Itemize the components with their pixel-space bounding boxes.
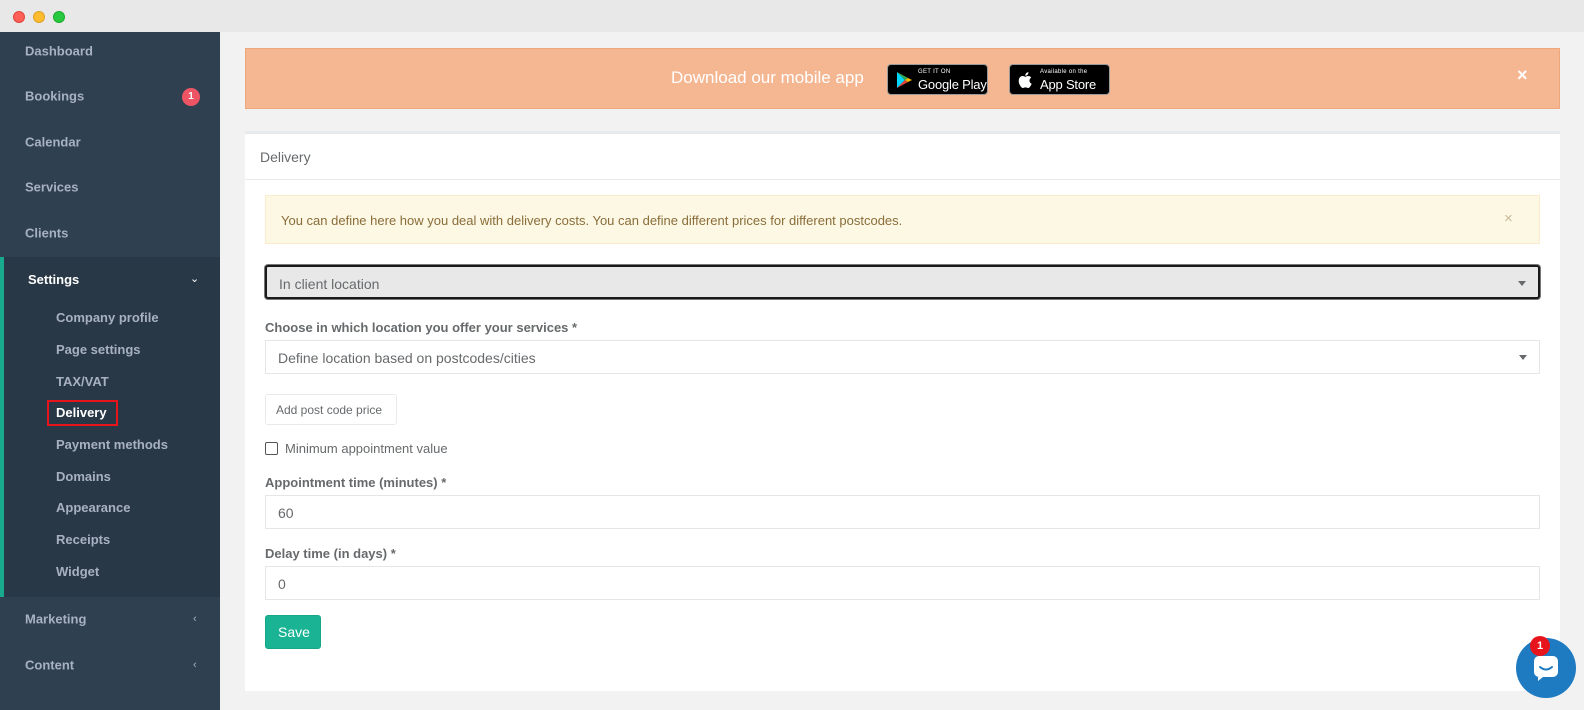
apple-icon	[1018, 72, 1032, 88]
sidebar-subitem-appearance[interactable]: Appearance	[56, 499, 130, 517]
page-title: Delivery	[260, 149, 311, 165]
delivery-type-value: In client location	[279, 276, 380, 292]
sidebar-item-marketing[interactable]: Marketing ‹	[0, 596, 220, 642]
sidebar-settings-group: Settings ⌄ Company profile Page settings…	[0, 257, 220, 597]
sidebar-item-clients[interactable]: Clients	[0, 210, 220, 256]
add-post-code-price-label: Add post code price	[276, 403, 383, 417]
sidebar-subitem-page-settings[interactable]: Page settings	[56, 341, 141, 359]
caret-down-icon	[1518, 281, 1526, 286]
sidebar-item-content[interactable]: Content ‹	[0, 642, 220, 688]
chat-icon	[1534, 656, 1558, 681]
delay-time-input[interactable]: 0	[265, 566, 1540, 600]
delivery-card: Delivery You can define here how you dea…	[245, 131, 1560, 691]
location-label: Choose in which location you offer your …	[265, 320, 578, 335]
sidebar-item-label: Calendar	[25, 134, 81, 150]
sidebar-subitem-company-profile[interactable]: Company profile	[56, 309, 159, 327]
window-titlebar	[0, 0, 1584, 32]
google-play-button[interactable]: GET IT ON Google Play	[887, 64, 988, 95]
banner-text: Download our mobile app	[671, 68, 864, 87]
mobile-app-banner: Download our mobile app GET IT ON Google…	[245, 48, 1560, 109]
min-value-checkbox[interactable]	[265, 442, 278, 455]
app-window: Dashboard Bookings 1 Calendar Services C…	[0, 32, 1584, 710]
location-value: Define location based on postcodes/citie…	[278, 350, 536, 366]
location-select[interactable]: Define location based on postcodes/citie…	[265, 340, 1540, 374]
sidebar-item-services[interactable]: Services	[0, 164, 220, 210]
sidebar-item-label: Content	[25, 657, 75, 673]
save-button[interactable]: Save	[265, 615, 321, 649]
card-header: Delivery	[245, 134, 1560, 180]
minimize-window-button[interactable]	[33, 11, 45, 23]
sidebar-subitem-tax-vat[interactable]: TAX/VAT	[56, 373, 109, 391]
sidebar-item-label: Dashboard	[25, 43, 93, 59]
delay-time-value: 0	[278, 576, 286, 592]
maximize-window-button[interactable]	[53, 11, 65, 23]
sidebar-item-settings[interactable]: Settings	[28, 272, 79, 287]
close-window-button[interactable]	[13, 11, 25, 23]
main-content: Download our mobile app GET IT ON Google…	[220, 32, 1584, 710]
sidebar-subitem-domains[interactable]: Domains	[56, 468, 111, 486]
close-alert-icon[interactable]: ×	[1504, 210, 1513, 227]
alert-message: You can define here how you deal with de…	[281, 213, 903, 228]
appointment-time-input[interactable]: 60	[265, 495, 1540, 529]
google-play-small-text: GET IT ON	[918, 69, 951, 75]
delay-time-label: Delay time (in days) *	[265, 546, 396, 561]
add-post-code-price-button[interactable]: Add post code price	[265, 394, 397, 425]
sidebar-item-dashboard[interactable]: Dashboard	[0, 28, 220, 74]
google-play-icon	[897, 72, 912, 88]
appointment-time-label: Appointment time (minutes) *	[265, 475, 447, 490]
sidebar-item-bookings[interactable]: Bookings 1	[0, 73, 220, 119]
chevron-left-icon: ‹	[193, 659, 197, 671]
save-button-label: Save	[278, 624, 310, 640]
sidebar-item-label: Services	[25, 179, 79, 195]
appointment-time-value: 60	[278, 505, 294, 521]
bookings-count-badge: 1	[182, 88, 200, 106]
chat-notification-badge: 1	[1530, 636, 1550, 656]
chevron-left-icon: ‹	[193, 613, 197, 625]
sidebar-subitem-receipts[interactable]: Receipts	[56, 531, 110, 549]
delivery-type-select[interactable]: In client location	[265, 265, 1540, 299]
info-alert: You can define here how you deal with de…	[265, 195, 1540, 244]
sidebar-item-calendar[interactable]: Calendar	[0, 119, 220, 165]
sidebar-subitem-payment-methods[interactable]: Payment methods	[56, 436, 168, 454]
google-play-big-text: Google Play	[918, 77, 987, 92]
chevron-down-icon[interactable]: ⌄	[190, 272, 199, 285]
sidebar-item-label: Bookings	[25, 88, 85, 104]
active-item-highlight	[47, 400, 118, 426]
app-store-button[interactable]: Available on the App Store	[1009, 64, 1110, 95]
sidebar: Dashboard Bookings 1 Calendar Services C…	[0, 32, 220, 710]
sidebar-item-label: Marketing	[25, 611, 87, 627]
app-store-big-text: App Store	[1040, 77, 1097, 92]
close-banner-icon[interactable]: ×	[1517, 65, 1528, 86]
sidebar-subitem-widget[interactable]: Widget	[56, 563, 99, 581]
min-value-label: Minimum appointment value	[285, 441, 448, 456]
app-store-small-text: Available on the	[1040, 69, 1088, 75]
caret-down-icon	[1519, 355, 1527, 360]
sidebar-item-label: Clients	[25, 225, 69, 241]
